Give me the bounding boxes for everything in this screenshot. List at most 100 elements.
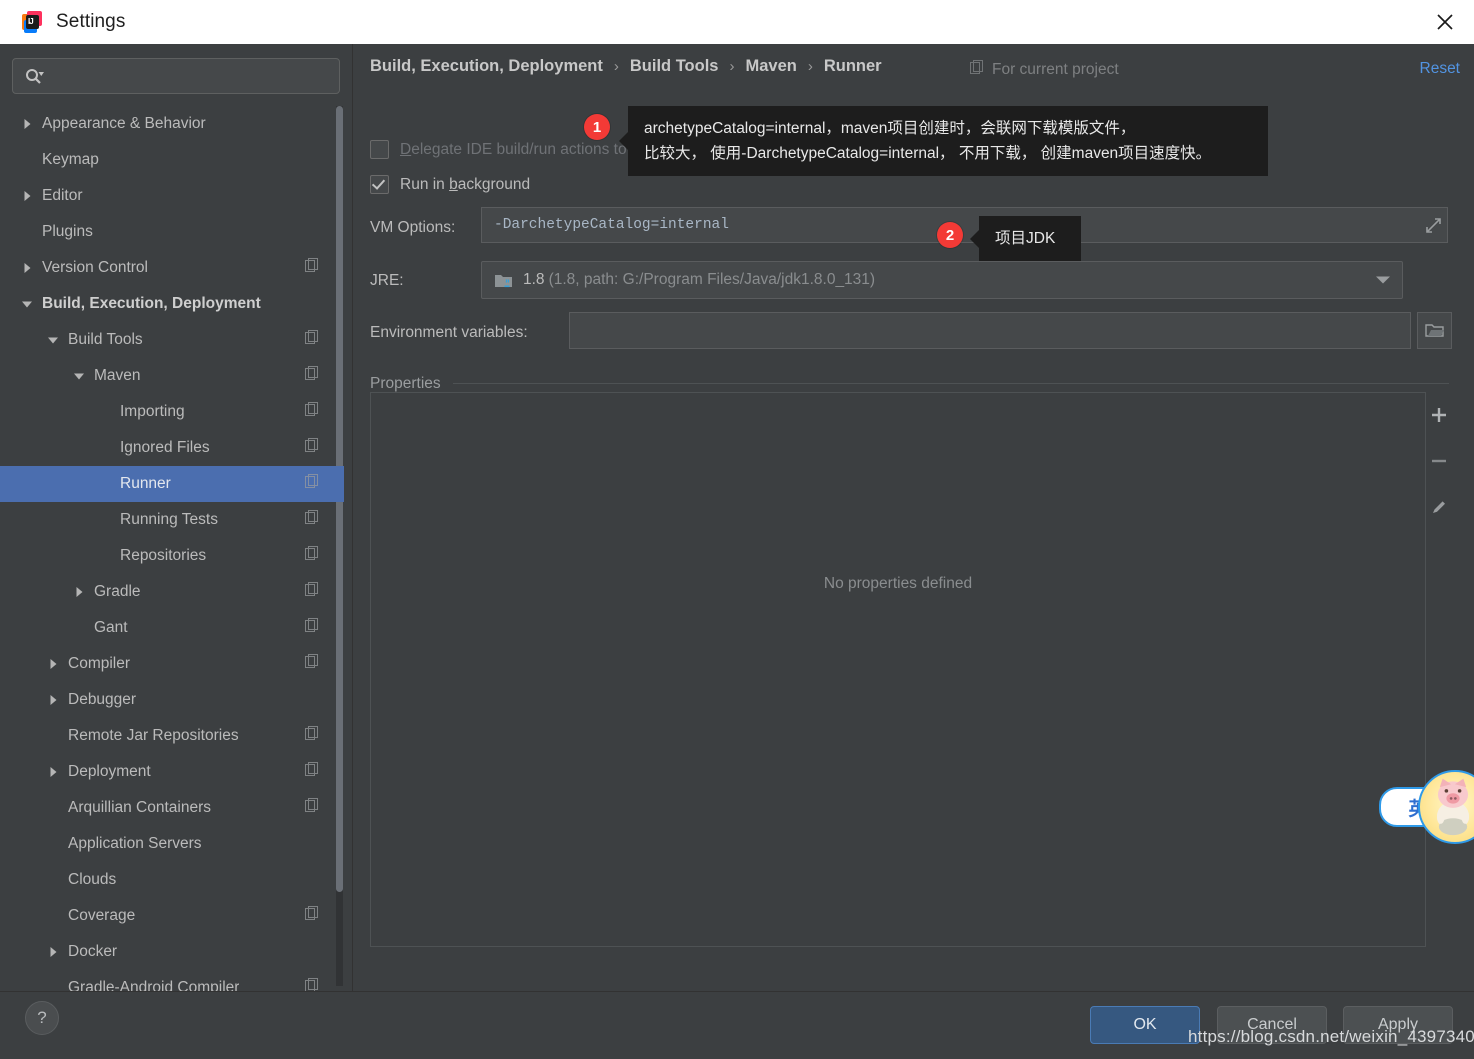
dialog-footer: ? OK Cancel Apply (0, 991, 1474, 1059)
breadcrumb-item[interactable]: Maven (745, 57, 796, 76)
sidebar-item-build-tools[interactable]: Build Tools (0, 322, 344, 358)
sidebar-item-coverage[interactable]: Coverage (0, 898, 344, 934)
remove-property-button[interactable] (1424, 446, 1454, 476)
copy-icon (305, 978, 320, 991)
sidebar-item-label: Runner (120, 475, 171, 492)
sidebar-item-label: Importing (120, 403, 185, 420)
chevron-right-icon[interactable] (20, 117, 34, 131)
sidebar-item-clouds[interactable]: Clouds (0, 862, 344, 898)
add-property-button[interactable] (1424, 400, 1454, 430)
properties-table[interactable]: No properties defined (370, 392, 1426, 947)
annotation-callout-1-line-2: 比较大， 使用-DarchetypeCatalog=internal， 不用下载… (644, 145, 1212, 163)
run-in-background-checkbox[interactable] (370, 175, 389, 194)
copy-icon (305, 438, 320, 458)
chevron-down-icon[interactable] (46, 333, 60, 347)
sidebar-item-label: Maven (94, 367, 141, 384)
chevron-right-icon[interactable] (72, 585, 86, 599)
sidebar-item-runner[interactable]: Runner (0, 466, 344, 502)
sidebar-item-remote-jar-repositories[interactable]: Remote Jar Repositories (0, 718, 344, 754)
annotation-callout-2: 项目JDK (970, 216, 1081, 262)
chevron-right-icon[interactable] (46, 657, 60, 671)
sidebar-item-build-execution-deployment[interactable]: Build, Execution, Deployment (0, 286, 344, 322)
sidebar-item-appearance-behavior[interactable]: Appearance & Behavior (0, 106, 344, 142)
chevron-down-icon[interactable] (1376, 276, 1390, 284)
sidebar-item-label: Compiler (68, 655, 131, 672)
chevron-right-icon[interactable] (20, 189, 34, 203)
sidebar-item-label: Version Control (42, 259, 148, 276)
reset-link[interactable]: Reset (1420, 60, 1461, 78)
sidebar-item-gradle-android-compiler[interactable]: Gradle-Android Compiler (0, 970, 344, 991)
sidebar-item-label: Repositories (120, 547, 207, 564)
jre-version: 1.8 (523, 271, 545, 288)
runner-settings-panel: Build, Execution, Deployment › Build Tools… (353, 44, 1474, 991)
watermark: https://blog.csdn.net/weixin_43973404 (1188, 1027, 1474, 1046)
sidebar-item-importing[interactable]: Importing (0, 394, 344, 430)
breadcrumb-separator: › (613, 58, 619, 75)
sidebar-item-gant[interactable]: Gant (0, 610, 344, 646)
breadcrumb-item[interactable]: Build, Execution, Deployment (370, 57, 603, 76)
breadcrumb: Build, Execution, Deployment › Build Tools… (370, 57, 882, 76)
sidebar-item-debugger[interactable]: Debugger (0, 682, 344, 718)
sidebar-item-deployment[interactable]: Deployment (0, 754, 344, 790)
sidebar-item-docker[interactable]: Docker (0, 934, 344, 970)
edit-property-button[interactable] (1424, 492, 1454, 522)
callout-arrow-icon (970, 229, 979, 248)
ok-button[interactable]: OK (1090, 1006, 1200, 1044)
search-icon (25, 68, 44, 85)
sidebar-item-gradle[interactable]: Gradle (0, 574, 344, 610)
delegate-ide-build-checkbox[interactable] (370, 140, 389, 159)
properties-section-title: Properties (370, 375, 441, 392)
breadcrumb-separator: › (807, 58, 813, 75)
settings-dialog: IJ Settings Appearance & Behavior Keymap E… (0, 0, 1474, 1059)
chevron-down-icon[interactable] (72, 369, 86, 383)
run-in-background-label: Run in background (400, 175, 531, 193)
sidebar-item-version-control[interactable]: Version Control (0, 250, 344, 286)
project-scope-label: For current project (992, 61, 1119, 78)
ime-floating-widget[interactable]: 英 (1379, 770, 1474, 844)
project-scope-indicator: For current project (970, 60, 1119, 80)
run-in-background-checkbox-row[interactable]: Run in background (370, 175, 530, 194)
chevron-right-icon[interactable] (46, 945, 60, 959)
sidebar-item-label: Docker (68, 943, 118, 960)
close-icon[interactable] (1416, 0, 1474, 43)
chevron-right-icon[interactable] (46, 765, 60, 779)
help-button[interactable]: ? (25, 1001, 59, 1035)
search-box[interactable] (12, 58, 340, 94)
breadcrumb-item: Runner (823, 57, 882, 75)
chevron-down-icon[interactable] (20, 297, 34, 311)
sidebar-item-label: Gant (94, 619, 128, 636)
breadcrumb-item[interactable]: Build Tools (630, 57, 719, 76)
vm-options-field[interactable]: -DarchetypeCatalog=internal (481, 207, 1448, 243)
sidebar-item-ignored-files[interactable]: Ignored Files (0, 430, 344, 466)
jre-value-row: 1.8 (1.8, path: G:/Program Files/Java/jd… (494, 271, 875, 289)
browse-environment-variables-button[interactable] (1417, 312, 1452, 349)
sidebar-item-repositories[interactable]: Repositories (0, 538, 344, 574)
sidebar-item-keymap[interactable]: Keymap (0, 142, 344, 178)
sidebar-item-plugins[interactable]: Plugins (0, 214, 344, 250)
environment-variables-field[interactable] (569, 312, 1411, 349)
sidebar-item-compiler[interactable]: Compiler (0, 646, 344, 682)
chevron-right-icon[interactable] (46, 693, 60, 707)
sidebar-item-application-servers[interactable]: Application Servers (0, 826, 344, 862)
search-input[interactable] (44, 68, 339, 84)
environment-variables-label: Environment variables: (370, 324, 528, 341)
sidebar-item-label: Editor (42, 187, 83, 204)
sidebar-item-arquillian-containers[interactable]: Arquillian Containers (0, 790, 344, 826)
copy-icon (305, 366, 320, 386)
sidebar-item-maven[interactable]: Maven (0, 358, 344, 394)
sidebar-item-label: Build Tools (68, 331, 143, 348)
jre-combo[interactable]: 1.8 (1.8, path: G:/Program Files/Java/jd… (481, 261, 1403, 299)
section-divider (453, 383, 1449, 384)
ime-avatar-pig-icon[interactable] (1418, 770, 1474, 844)
copy-icon (970, 60, 985, 80)
copy-icon (305, 618, 320, 638)
callout-arrow-icon (619, 132, 628, 151)
sidebar-item-running-tests[interactable]: Running Tests (0, 502, 344, 538)
sidebar-item-editor[interactable]: Editor (0, 178, 344, 214)
expand-icon[interactable] (1421, 210, 1445, 240)
sidebar-item-label: Appearance & Behavior (42, 115, 206, 132)
chevron-right-icon[interactable] (20, 261, 34, 275)
